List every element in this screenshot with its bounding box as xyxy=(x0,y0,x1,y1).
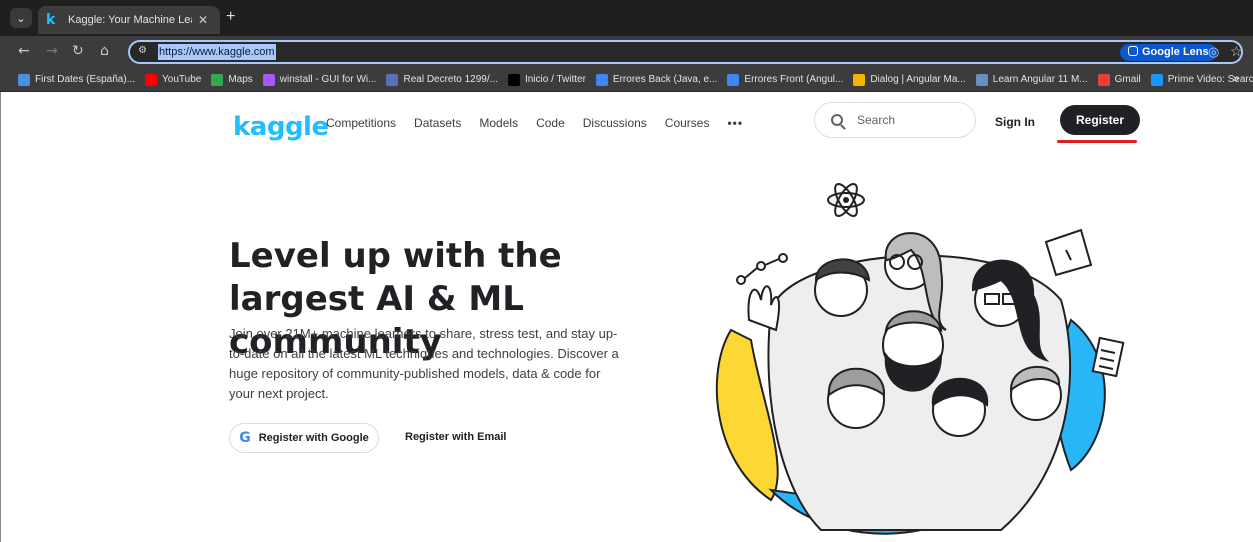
google-g-icon: G xyxy=(239,430,251,446)
bookmark-label: winstall - GUI for Wi... xyxy=(279,74,377,85)
bookmark-item[interactable]: Learn Angular 11 M... xyxy=(975,73,1088,86)
bookmark-favicon-icon xyxy=(853,73,866,86)
bookmark-label: Dialog | Angular Ma... xyxy=(870,74,966,85)
nav-discussions[interactable]: Discussions xyxy=(583,116,647,130)
bookmark-label: Prime Video: Search xyxy=(1167,74,1253,85)
bookmark-favicon-icon xyxy=(18,73,30,86)
bookmark-item[interactable]: Dialog | Angular Ma... xyxy=(853,73,966,86)
bookmark-favicon-icon xyxy=(386,73,399,86)
bookmark-item[interactable]: Errores Front (Angul... xyxy=(727,73,844,86)
bookmark-label: Errores Front (Angul... xyxy=(744,74,844,85)
bookmark-item[interactable]: Maps xyxy=(211,73,253,86)
bookmarks-more-icon[interactable]: » xyxy=(1233,73,1239,85)
bookmark-label: Real Decreto 1299/... xyxy=(403,74,498,85)
bookmark-label: Gmail xyxy=(1114,74,1141,85)
bookmark-favicon-icon xyxy=(1097,73,1110,86)
bookmark-favicon-icon xyxy=(1150,73,1163,86)
site-info-icon[interactable]: ⚙ xyxy=(138,45,156,59)
nav-models[interactable]: Models xyxy=(479,116,518,130)
tab-search-button[interactable]: ⌄ xyxy=(10,8,32,28)
lens-icon xyxy=(1128,46,1138,56)
hero-subtitle: Join over 21M+ machine learners to share… xyxy=(229,326,619,401)
bookmark-item[interactable]: First Dates (España)... xyxy=(18,73,136,86)
bookmark-item[interactable]: Gmail xyxy=(1097,73,1141,86)
bookmark-favicon-icon xyxy=(727,73,740,86)
url-text[interactable]: https://www.kaggle.com xyxy=(158,44,276,60)
nav-code[interactable]: Code xyxy=(536,116,565,130)
sign-in-link[interactable]: Sign In xyxy=(995,115,1035,129)
new-tab-plus-icon[interactable]: + xyxy=(226,9,235,25)
search-box[interactable] xyxy=(814,102,976,138)
address-bar[interactable]: ⚙ https://www.kaggle.com Google Lens ◎ ☆ xyxy=(128,40,1243,64)
close-icon[interactable]: ✕ xyxy=(198,13,208,27)
back-arrow-icon[interactable]: ← xyxy=(18,43,30,59)
nav-more-icon[interactable]: ••• xyxy=(727,116,743,130)
browser-tab[interactable]: k Kaggle: Your Machine Learning ✕ xyxy=(38,6,220,34)
search-input[interactable] xyxy=(857,113,957,127)
nav-courses[interactable]: Courses xyxy=(665,116,710,130)
browser-tab-strip: ⌄ k Kaggle: Your Machine Learning ✕ + xyxy=(0,0,1253,36)
nav-competitions[interactable]: Competitions xyxy=(326,116,396,130)
bookmark-label: Errores Back (Java, e... xyxy=(612,74,718,85)
bookmark-item[interactable]: winstall - GUI for Wi... xyxy=(262,73,377,86)
bookmark-label: Maps xyxy=(228,74,253,85)
forward-arrow-icon[interactable]: → xyxy=(46,43,58,59)
register-with-email-button[interactable]: Register with Email xyxy=(405,431,506,443)
register-with-google-button[interactable]: G Register with Google xyxy=(229,423,379,453)
bookmark-item[interactable]: YouTube xyxy=(145,73,202,86)
bookmark-favicon-icon xyxy=(262,73,275,86)
bookmark-label: Learn Angular 11 M... xyxy=(992,74,1088,85)
main-nav: Competitions Datasets Models Code Discus… xyxy=(326,116,743,130)
bookmark-favicon-icon xyxy=(211,73,224,86)
search-icon xyxy=(831,114,843,126)
register-highlight-underline xyxy=(1057,140,1137,143)
graduation-cap-icon xyxy=(1044,228,1093,277)
bookmark-favicon-icon xyxy=(975,73,988,86)
nav-datasets[interactable]: Datasets xyxy=(414,116,461,130)
bookmark-favicon-icon xyxy=(595,73,608,86)
bookmark-favicon-icon xyxy=(145,73,158,86)
eye-off-icon[interactable]: ◎ xyxy=(1208,44,1219,60)
bookmarks-bar: First Dates (España)... YouTube Maps winsta… xyxy=(0,68,1253,92)
bookmark-star-icon[interactable]: ☆ xyxy=(1230,43,1243,60)
home-icon[interactable]: ⌂ xyxy=(100,43,109,59)
bookmark-item[interactable]: Errores Back (Java, e... xyxy=(595,73,718,86)
kaggle-homepage: kaggle Competitions Datasets Models Code… xyxy=(0,92,1253,542)
browser-toolbar: ← → ↻ ⌂ ⚙ https://www.kaggle.com Google … xyxy=(0,36,1253,68)
document-icon xyxy=(1091,336,1125,378)
bookmark-item[interactable]: Inicio / Twitter xyxy=(507,73,586,86)
community-illustration xyxy=(715,183,1125,535)
google-lens-button[interactable]: Google Lens xyxy=(1120,44,1217,61)
kaggle-logo[interactable]: kaggle xyxy=(233,112,329,142)
kaggle-favicon-icon: k xyxy=(46,12,56,28)
atom-icon xyxy=(827,183,865,217)
raised-hand xyxy=(747,285,780,332)
reload-icon[interactable]: ↻ xyxy=(72,43,84,59)
bookmark-label: First Dates (España)... xyxy=(35,74,136,85)
bookmark-item[interactable]: Real Decreto 1299/... xyxy=(386,73,498,86)
lens-label: Google Lens xyxy=(1142,46,1209,58)
register-with-google-label: Register with Google xyxy=(258,432,369,444)
bookmark-label: Inicio / Twitter xyxy=(524,74,586,85)
tab-title: Kaggle: Your Machine Learning xyxy=(68,14,192,26)
bookmark-favicon-icon xyxy=(507,73,520,86)
molecule-icon xyxy=(736,253,788,285)
register-button[interactable]: Register xyxy=(1060,105,1140,135)
bookmark-label: YouTube xyxy=(162,74,202,85)
